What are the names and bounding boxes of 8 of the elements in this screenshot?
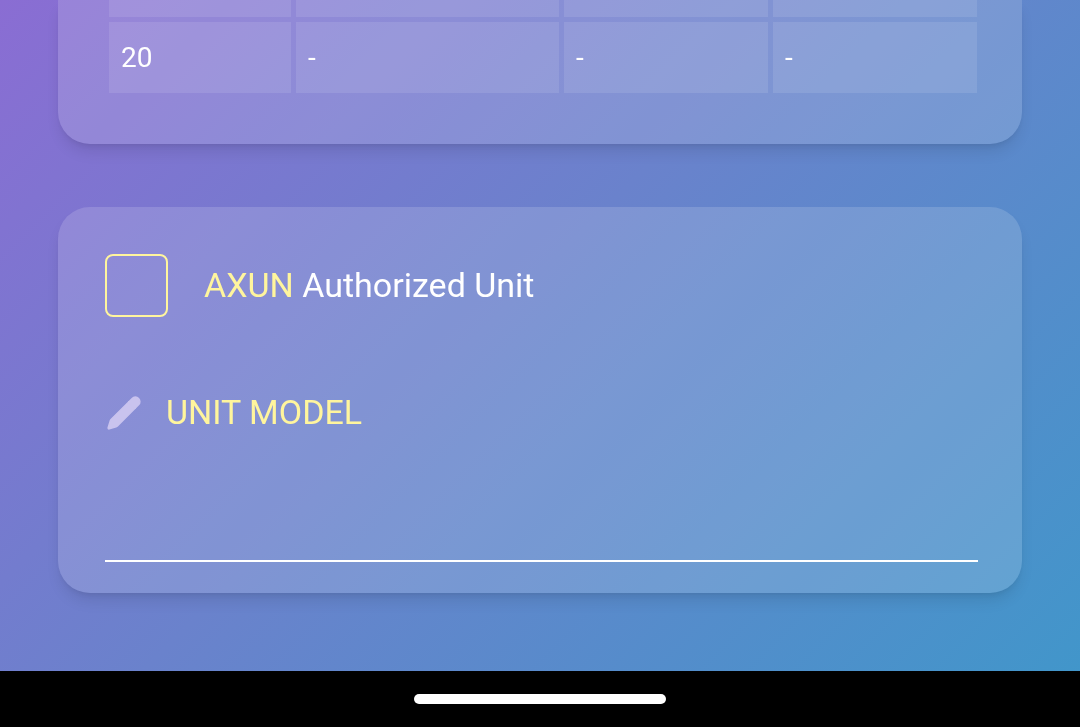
table-cell: - — [296, 22, 559, 93]
pencil-icon — [105, 393, 143, 432]
checkbox-label: AXUN Authorized Unit — [204, 264, 535, 307]
table-cell: - — [773, 22, 977, 93]
table-cell: 20 — [109, 22, 291, 93]
field-label: UNIT MODEL — [166, 391, 363, 434]
table-cell: - — [564, 22, 768, 93]
checkbox[interactable] — [105, 254, 168, 317]
